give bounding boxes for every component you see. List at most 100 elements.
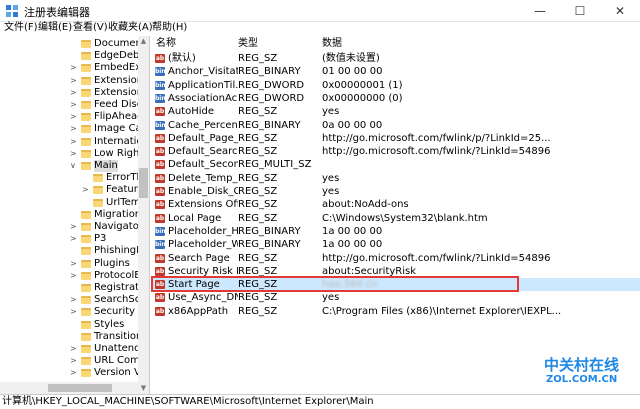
tree-item[interactable]: > FlipAhead [0, 111, 143, 123]
chevron-right-icon[interactable]: > [70, 221, 78, 233]
tree-item[interactable]: UrlTemp [0, 197, 147, 209]
value-row[interactable]: ab (默认) REG_SZ (数值未设置) [152, 52, 640, 65]
tree-item[interactable]: > Version Ve [0, 367, 146, 379]
tree-item[interactable]: > Low Rights [0, 148, 148, 160]
chevron-right-icon[interactable] [70, 38, 78, 50]
tree-item[interactable]: PhishingFil [0, 245, 147, 257]
tree-item[interactable]: ∨ Main [0, 160, 138, 172]
folder-icon [93, 174, 103, 183]
column-header-name[interactable]: 名称 [156, 38, 176, 50]
value-row[interactable]: binCache_Percent...REG_BINARY 0a 00 00 00 [152, 119, 640, 132]
folder-icon [81, 247, 91, 256]
minimize-button[interactable]: — [520, 0, 560, 22]
tree-item[interactable]: > Extension C [0, 75, 149, 87]
value-row[interactable]: ab x86AppPath REG_SZ C:\Program Files (x86)… [152, 305, 640, 318]
tree-item[interactable]: > P3 [0, 233, 138, 245]
maximize-button[interactable]: ☐ [560, 0, 600, 22]
tree-item[interactable]: > Security [0, 306, 138, 318]
tree-item[interactable]: > Feature [0, 184, 144, 196]
value-row[interactable]: abDefault_Search...REG_SZ http://go.micro… [152, 145, 640, 158]
chevron-right-icon[interactable]: > [70, 148, 78, 160]
value-row[interactable]: abUse_Async_DNSREG_SZ yes [152, 291, 640, 304]
tree-item[interactable]: EdgeDebug [0, 50, 149, 62]
value-row[interactable]: ab Local Page REG_SZ C:\Windows\System32\bl… [152, 212, 640, 225]
string-value-icon: ab [155, 213, 165, 223]
chevron-right-icon[interactable]: > [70, 99, 78, 111]
chevron-right-icon[interactable]: > [70, 87, 78, 99]
tree-item[interactable]: > Feed Disco [0, 99, 148, 111]
value-row[interactable]: binPlaceholder_H...REG_BINARY 1a 00 00 00 [152, 225, 640, 238]
chevron-right-icon[interactable] [70, 50, 78, 62]
chevron-right-icon[interactable]: > [82, 184, 90, 196]
column-header-type[interactable]: 类型 [238, 38, 258, 50]
menu-edit[interactable]: 编辑(E) [38, 22, 72, 34]
chevron-right-icon[interactable]: > [70, 294, 78, 306]
chevron-right-icon[interactable]: > [70, 355, 78, 367]
chevron-right-icon[interactable] [70, 319, 78, 331]
menu-view[interactable]: 查看(V) [73, 22, 108, 34]
tree-item[interactable]: > Plugins [0, 258, 138, 270]
value-row[interactable]: bin ApplicationTil... REG_DWORD 0x00000001 … [152, 79, 640, 92]
chevron-right-icon[interactable]: > [70, 270, 78, 282]
tree-item[interactable]: > SearchScop [0, 294, 149, 306]
registry-tree[interactable]: Document EdgeDebug > EmbedExtr > Extension C >… [0, 36, 150, 394]
tree-item[interactable]: Styles [0, 319, 138, 331]
chevron-right-icon[interactable] [82, 197, 90, 209]
scroll-down-icon[interactable]: ▼ [138, 383, 149, 394]
value-row[interactable]: binPlaceholder_W...REG_BINARY 1a 00 00 00 [152, 238, 640, 251]
tree-item[interactable]: > ProtocolEx [0, 270, 147, 282]
value-row[interactable]: binAssociationAc...REG_DWORD 0x00000000 (… [152, 92, 640, 105]
chevron-right-icon[interactable] [82, 172, 90, 184]
tree-item[interactable]: > EmbedExtr [0, 62, 149, 74]
chevron-right-icon[interactable]: > [70, 75, 78, 87]
chevron-right-icon[interactable]: > [70, 258, 78, 270]
tree-item[interactable]: > Image Cach [0, 123, 149, 135]
chevron-right-icon[interactable] [70, 209, 78, 221]
chevron-right-icon[interactable]: > [70, 367, 78, 379]
value-name: (默认) [168, 53, 196, 64]
chevron-right-icon[interactable]: > [70, 306, 78, 318]
tree-item[interactable]: > NavigatorP [0, 221, 149, 233]
value-row[interactable]: ab AutoHide REG_SZ yes [152, 105, 640, 118]
chevron-right-icon[interactable]: > [70, 233, 78, 245]
value-row[interactable]: abDefault_Page_...REG_SZ http://go.micros… [152, 132, 640, 145]
chevron-right-icon[interactable]: > [70, 136, 78, 148]
menu-favorites[interactable]: 收藏夹(A) [108, 22, 153, 34]
chevron-right-icon[interactable] [70, 331, 78, 343]
hscroll-thumb[interactable] [48, 384, 112, 392]
menu-help[interactable]: 帮助(H) [152, 22, 187, 34]
chevron-right-icon[interactable]: > [70, 343, 78, 355]
chevron-right-icon[interactable]: > [70, 111, 78, 123]
tree-horizontal-scrollbar[interactable] [0, 382, 138, 394]
value-row[interactable]: ab Search Page REG_SZ http://go.microsoft.c… [152, 252, 640, 265]
tree-item[interactable]: > Internation [0, 136, 149, 148]
tree-vertical-scrollbar[interactable]: ▲ ▼ [138, 36, 149, 394]
chevron-right-icon[interactable]: > [70, 123, 78, 135]
chevron-right-icon[interactable] [70, 245, 78, 257]
scroll-thumb[interactable] [139, 168, 148, 198]
values-list[interactable]: 名称 类型 数据 ab (默认) REG_SZ (数值未设置) bin Anchor_Vi… [152, 36, 640, 394]
tree-item[interactable]: > Extension V [0, 87, 149, 99]
column-header-data[interactable]: 数据 [322, 38, 342, 50]
value-row[interactable]: abEnable_Disk_C...REG_SZ yes [152, 185, 640, 198]
string-value-icon: ab [155, 147, 165, 157]
chevron-right-icon[interactable]: > [70, 62, 78, 74]
menu-file[interactable]: 文件(F) [4, 22, 38, 34]
value-row[interactable]: binAnchor_Visitat...REG_BINARY 01 00 00 0… [152, 65, 640, 78]
value-row[interactable]: abDelete_Temp_...REG_SZ yes [152, 172, 640, 185]
chevron-down-icon[interactable]: ∨ [70, 160, 78, 172]
string-value-icon: ab [155, 253, 165, 263]
value-row[interactable]: abDefault_Secon...REG_MULTI_SZ [152, 158, 640, 171]
tree-item[interactable]: > UnattendBa [0, 343, 149, 355]
close-button[interactable]: ✕ [600, 0, 640, 22]
tree-item[interactable]: Registratio [0, 282, 148, 294]
value-row[interactable]: abExtensions Off ...REG_SZ about:NoAdd-on… [152, 198, 640, 211]
scroll-up-icon[interactable]: ▲ [138, 36, 149, 47]
tree-item[interactable]: > URL Compa [0, 355, 149, 367]
value-name: Search Page [168, 252, 230, 264]
tree-item[interactable]: ErrorThr [0, 172, 147, 184]
tree-item[interactable]: Document [0, 38, 146, 50]
tree-item[interactable]: Migration [0, 209, 141, 221]
tree-item[interactable]: Transitions [0, 331, 148, 343]
chevron-right-icon[interactable] [70, 282, 78, 294]
